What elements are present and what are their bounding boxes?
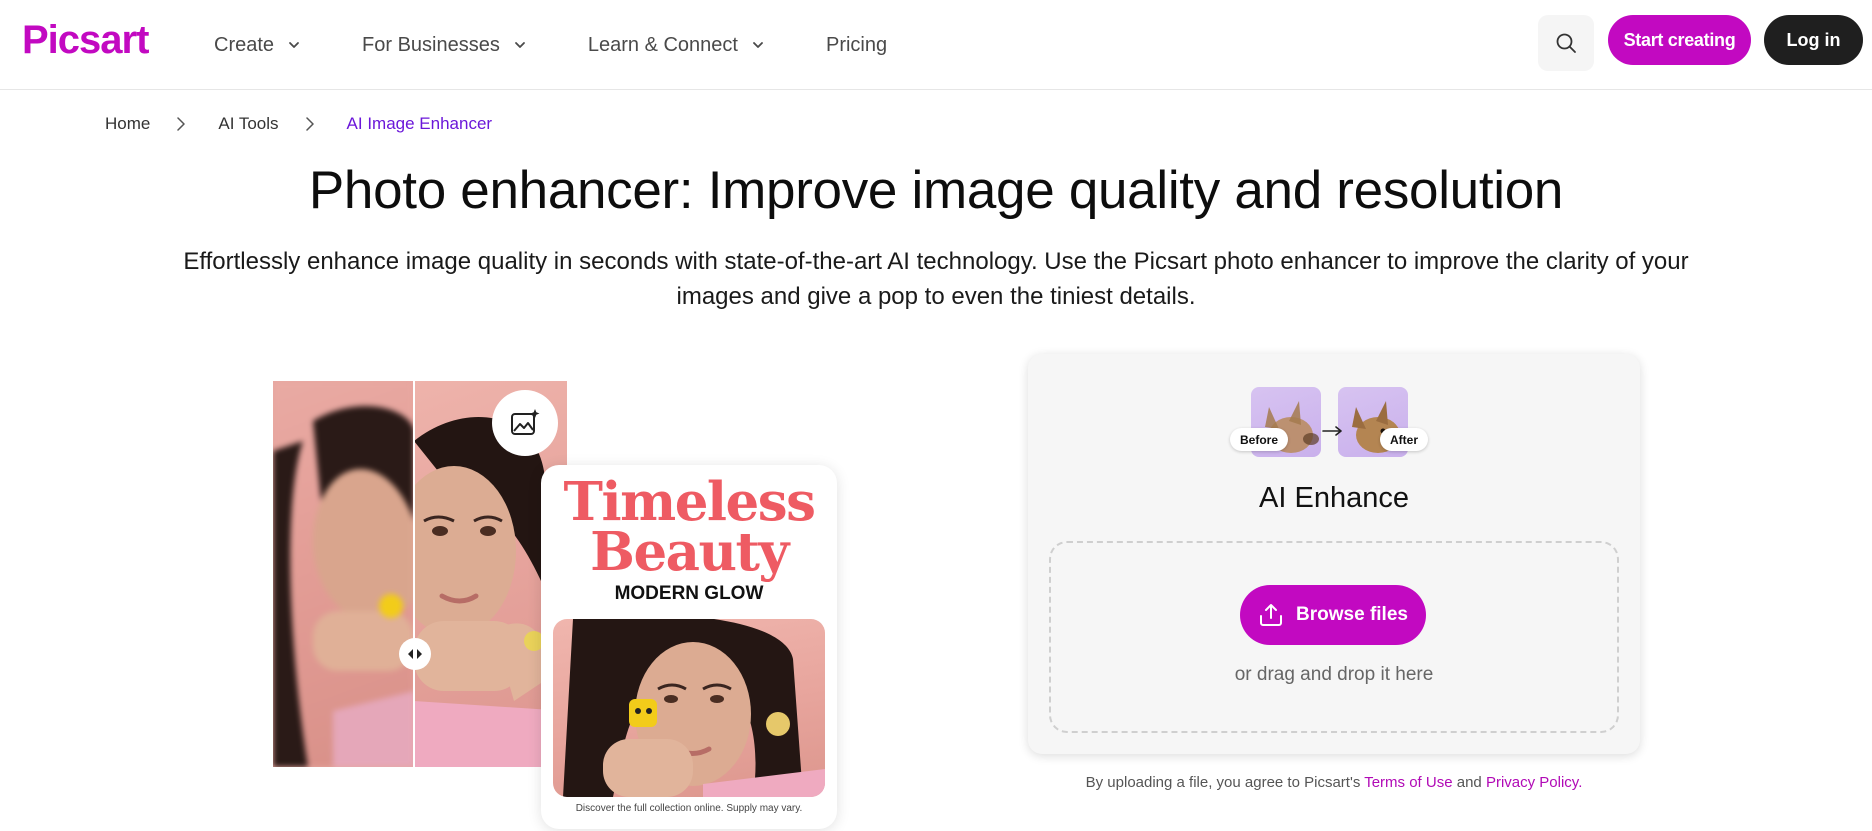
- before-tag: Before: [1230, 428, 1289, 451]
- poster-portrait-illustration: [563, 619, 825, 797]
- nav-pricing-label: Pricing: [825, 33, 888, 56]
- chevron-down-icon: [289, 42, 299, 48]
- browse-files-button[interactable]: Browse files: [1240, 585, 1426, 645]
- breadcrumb-home[interactable]: Home: [105, 114, 150, 134]
- nav-for-businesses-label: For Businesses: [362, 33, 500, 56]
- poster-mockup: Timeless Beauty MODERN GLOW Discover the…: [541, 465, 837, 829]
- ai-enhance-card: Before After AI Enhance: [1028, 354, 1640, 754]
- chevron-down-icon: [514, 42, 525, 48]
- breadcrumb-current[interactable]: AI Image Enhancer: [347, 114, 493, 134]
- page-subtitle: Effortlessly enhance image quality in se…: [183, 248, 1689, 310]
- compare-handle[interactable]: [399, 638, 431, 670]
- nav-create-label: Create: [214, 33, 275, 56]
- page-title: Photo enhancer: Improve image quality an…: [308, 161, 1564, 220]
- chevron-right-icon: [177, 117, 186, 131]
- site-header: Picsart Create For Businesses Learn & Co…: [0, 0, 1872, 90]
- nav-learn-connect-label: Learn & Connect: [587, 33, 738, 56]
- search-button[interactable]: [1538, 15, 1594, 71]
- poster-caption: Discover the full collection online. Sup…: [575, 803, 803, 814]
- upload-icon: [1260, 604, 1283, 626]
- compare-divider[interactable]: [413, 381, 415, 767]
- breadcrumb-ai-tools[interactable]: AI Tools: [218, 114, 278, 134]
- sparkle-image-icon: [511, 409, 540, 435]
- nav-create[interactable]: Create: [214, 34, 304, 57]
- nav-learn-connect[interactable]: Learn & Connect: [588, 34, 768, 57]
- compare-handle-icon: [408, 649, 422, 659]
- legal-and: and: [1456, 774, 1482, 791]
- main-nav: Create For Businesses Learn & Connect Pr…: [214, 0, 945, 90]
- after-tag: After: [1380, 428, 1429, 451]
- chevron-right-icon: [305, 117, 314, 131]
- poster-title-line1: Timeless: [563, 471, 816, 533]
- nav-pricing[interactable]: Pricing: [826, 34, 887, 57]
- search-icon: [1556, 33, 1576, 53]
- poster-photo: [553, 619, 825, 797]
- start-creating-button[interactable]: Start creating: [1608, 15, 1751, 65]
- poster-title-line2: Beauty: [590, 521, 789, 583]
- browse-files-label: Browse files: [1296, 604, 1408, 625]
- legal-notice: By uploading a file, you agree to Picsar…: [1028, 774, 1640, 791]
- arrow-right-icon: [1322, 426, 1342, 436]
- drag-drop-hint: or drag and drop it here: [1234, 664, 1434, 685]
- enhance-badge: [492, 390, 558, 456]
- nav-for-businesses[interactable]: For Businesses: [362, 34, 530, 57]
- blurred-photo-half: [273, 381, 433, 767]
- chevron-down-icon: [753, 42, 763, 48]
- terms-of-use-link[interactable]: Terms of Use: [1364, 774, 1452, 791]
- portrait-before-illustration: [273, 406, 433, 767]
- log-in-button[interactable]: Log in: [1764, 15, 1863, 65]
- poster-title: Timeless Beauty: [541, 471, 837, 583]
- breadcrumb: Home AI Tools AI Image Enhancer: [105, 114, 492, 134]
- privacy-policy-link[interactable]: Privacy Policy.: [1486, 774, 1582, 791]
- poster-subtitle: MODERN GLOW: [614, 583, 764, 604]
- card-title: AI Enhance: [1259, 482, 1409, 514]
- legal-prefix: By uploading a file, you agree to Picsar…: [1085, 774, 1361, 791]
- picsart-logo[interactable]: Picsart: [22, 18, 149, 63]
- before-after-photo: [273, 381, 567, 767]
